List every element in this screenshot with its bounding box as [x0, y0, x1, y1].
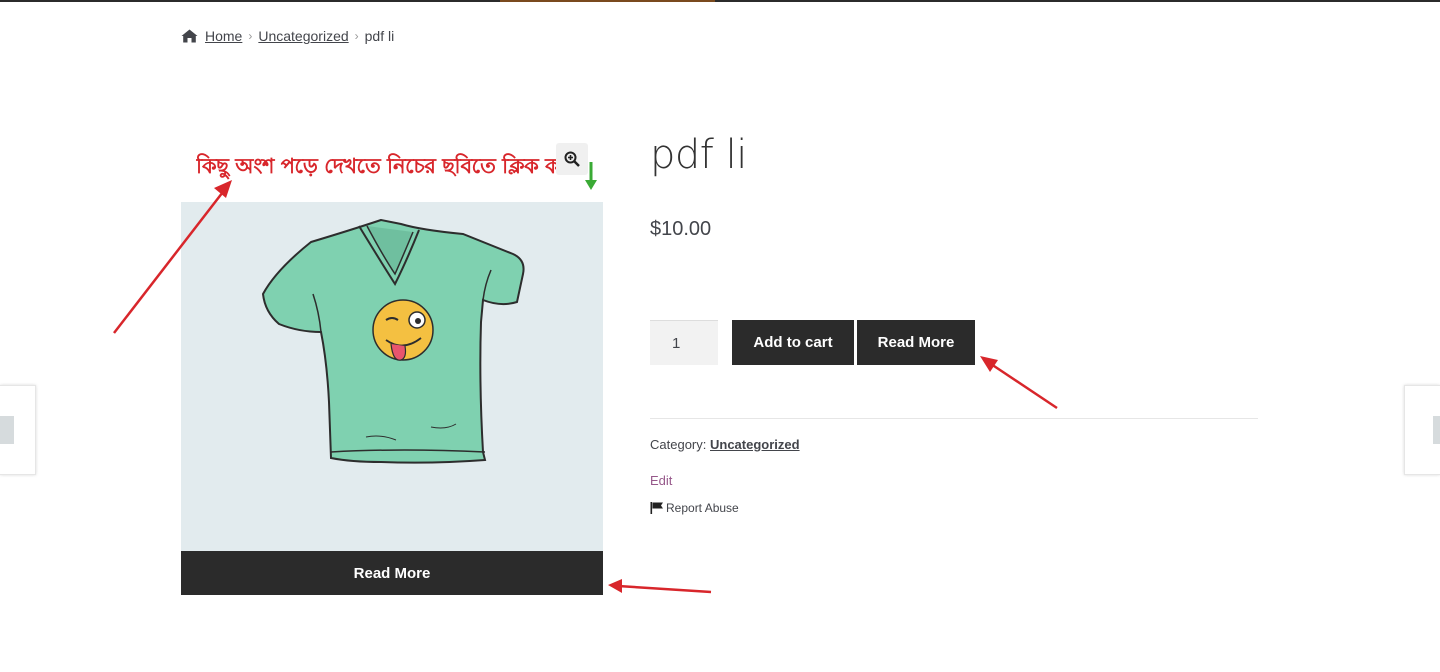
breadcrumb-separator-icon: ›	[354, 29, 359, 43]
product-image[interactable]	[181, 202, 603, 552]
previous-product-nav[interactable]	[0, 385, 36, 475]
category-link[interactable]: Uncategorized	[710, 437, 800, 452]
breadcrumb: Home › Uncategorized › pdf li	[181, 26, 394, 46]
divider	[650, 418, 1258, 419]
report-abuse-label: Report Abuse	[666, 501, 739, 515]
read-more-button[interactable]: Read More	[857, 320, 975, 365]
next-product-thumbnail	[1433, 416, 1440, 444]
flag-icon	[650, 502, 663, 514]
product-price: $10.00	[650, 218, 712, 240]
category-label: Category:	[650, 437, 707, 452]
zoom-in-icon	[564, 151, 580, 167]
image-read-more-button[interactable]: Read More	[181, 551, 603, 595]
tshirt-illustration	[261, 218, 525, 464]
breadcrumb-separator-icon: ›	[248, 29, 253, 43]
annotation-arrow-icon	[980, 356, 1058, 410]
annotation-text: কিছু অংশ পড়ে দেখতে নিচের ছবিতে ক্লিক কর…	[196, 154, 566, 178]
next-product-nav[interactable]	[1404, 385, 1440, 475]
product-title: pdf li	[650, 132, 747, 178]
top-accent	[500, 0, 715, 2]
annotation-arrow-icon	[608, 579, 712, 594]
green-down-arrow-icon	[585, 162, 597, 190]
quantity-input[interactable]	[650, 320, 718, 365]
add-to-cart-button[interactable]: Add to cart	[732, 320, 854, 365]
edit-link[interactable]: Edit	[650, 473, 672, 488]
top-border	[0, 0, 1440, 2]
home-icon	[181, 29, 198, 43]
report-abuse-link[interactable]: Report Abuse	[650, 501, 739, 515]
breadcrumb-current: pdf li	[364, 28, 395, 44]
product-meta: Category: Uncategorized	[650, 437, 800, 452]
breadcrumb-category-link[interactable]: Uncategorized	[258, 28, 348, 44]
breadcrumb-home-link[interactable]: Home	[205, 28, 242, 44]
previous-product-thumbnail	[0, 416, 14, 444]
